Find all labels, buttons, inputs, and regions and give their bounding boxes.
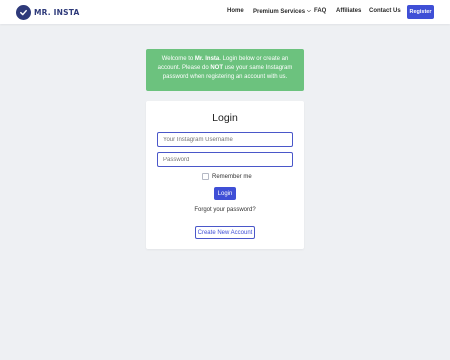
remember-me[interactable]: Remember me xyxy=(202,173,252,180)
login-title: Login xyxy=(212,112,238,124)
password-input[interactable] xyxy=(157,152,293,167)
nav-contact-link[interactable]: Contact Us xyxy=(369,8,401,14)
welcome-alert: Welcome to Mr. Insta. Login below or cre… xyxy=(146,49,304,91)
nav-premium-label: Premium Services xyxy=(253,9,306,15)
alert-brand: Mr. Insta xyxy=(194,56,220,62)
alert-emphasis: NOT xyxy=(210,65,223,72)
login-button[interactable]: Login xyxy=(214,187,236,200)
username-input[interactable] xyxy=(157,132,293,147)
alert-text-1: Welcome to xyxy=(161,56,195,62)
top-navbar: MR. INSTA Home Premium Services ⌵ FAQ Aff… xyxy=(0,0,450,24)
remember-me-checkbox[interactable] xyxy=(202,173,209,180)
create-account-button[interactable]: Create New Account xyxy=(195,226,255,239)
forgot-password-link[interactable]: Forgot your password? xyxy=(146,207,304,213)
chevron-down-icon: ⌵ xyxy=(307,8,311,14)
nav-home-link[interactable]: Home xyxy=(227,8,244,14)
nav-premium-services-dropdown[interactable]: Premium Services ⌵ xyxy=(253,8,311,15)
shield-check-icon xyxy=(16,4,31,20)
brand-name: MR. INSTA xyxy=(34,7,80,17)
login-card: Login Remember me Login Forgot your pass… xyxy=(146,101,304,249)
register-button[interactable]: Register xyxy=(407,5,434,19)
nav-faq-link[interactable]: FAQ xyxy=(314,8,326,14)
nav-affiliates-link[interactable]: Affiliates xyxy=(336,8,361,14)
remember-me-label: Remember me xyxy=(212,173,252,180)
brand-logo[interactable]: MR. INSTA xyxy=(16,4,79,20)
